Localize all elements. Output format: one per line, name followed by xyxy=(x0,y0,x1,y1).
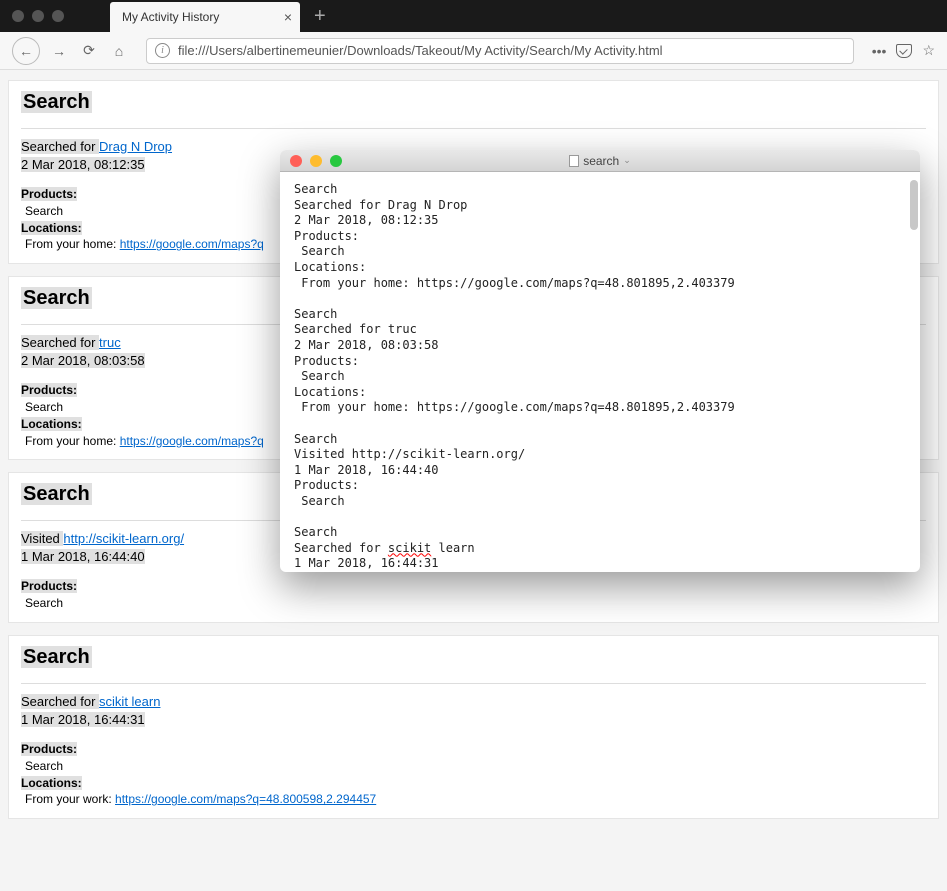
browser-toolbar: ← → ⟳ ⌂ i file:///Users/albertinemeunier… xyxy=(0,32,947,70)
locations-label: Locations: xyxy=(21,776,82,790)
activity-meta: Products: Search Locations: From your wo… xyxy=(21,741,926,808)
toolbar-right: ••• ☆ xyxy=(862,42,935,59)
action-prefix: Searched for xyxy=(21,694,99,709)
text-editor-window[interactable]: search ⌄ Search Searched for Drag N Drop… xyxy=(280,150,920,572)
reload-button[interactable]: ⟳ xyxy=(78,37,100,65)
locations-prefix: From your home: xyxy=(25,237,120,251)
products-value: Search xyxy=(25,759,63,773)
locations-prefix: From your work: xyxy=(25,792,115,806)
url-text: file:///Users/albertinemeunier/Downloads… xyxy=(178,43,663,58)
bookmark-star-icon[interactable]: ☆ xyxy=(922,42,935,59)
locations-prefix: From your home: xyxy=(25,434,120,448)
products-value: Search xyxy=(25,204,63,218)
new-tab-button[interactable]: + xyxy=(300,5,326,28)
back-button[interactable]: ← xyxy=(12,37,40,65)
editor-close-button[interactable] xyxy=(290,155,302,167)
products-label: Products: xyxy=(21,742,77,756)
action-prefix: Searched for xyxy=(21,139,99,154)
card-heading: Search xyxy=(21,91,92,113)
products-label: Products: xyxy=(21,383,77,397)
activity-timestamp: 1 Mar 2018, 16:44:40 xyxy=(21,549,145,564)
close-tab-icon[interactable]: × xyxy=(284,9,292,25)
editor-title: search ⌄ xyxy=(280,154,920,168)
editor-minimize-button[interactable] xyxy=(310,155,322,167)
editor-scrollbar[interactable] xyxy=(910,180,918,230)
divider xyxy=(21,128,926,129)
action-link[interactable]: Drag N Drop xyxy=(99,139,172,154)
activity-meta: Products: Search xyxy=(21,578,926,612)
activity-timestamp: 2 Mar 2018, 08:03:58 xyxy=(21,353,145,368)
url-bar[interactable]: i file:///Users/albertinemeunier/Downloa… xyxy=(146,38,854,64)
activity-timestamp: 1 Mar 2018, 16:44:31 xyxy=(21,712,145,727)
editor-titlebar[interactable]: search ⌄ xyxy=(280,150,920,172)
products-value: Search xyxy=(25,400,63,414)
browser-tab[interactable]: My Activity History × xyxy=(110,2,300,32)
products-value: Search xyxy=(25,596,63,610)
action-link[interactable]: truc xyxy=(99,335,121,350)
action-link[interactable]: http://scikit-learn.org/ xyxy=(63,531,184,546)
card-heading: Search xyxy=(21,646,92,668)
tab-title: My Activity History xyxy=(122,10,219,24)
window-traffic-lights xyxy=(0,10,64,22)
minimize-window-button[interactable] xyxy=(32,10,44,22)
more-icon[interactable]: ••• xyxy=(872,43,887,59)
activity-timestamp: 2 Mar 2018, 08:12:35 xyxy=(21,157,145,172)
locations-label: Locations: xyxy=(21,417,82,431)
chevron-down-icon[interactable]: ⌄ xyxy=(623,155,631,166)
card-heading: Search xyxy=(21,483,92,505)
card-heading: Search xyxy=(21,287,92,309)
browser-tabs: My Activity History × + xyxy=(0,0,947,32)
forward-button[interactable]: → xyxy=(48,37,70,65)
locations-link[interactable]: https://google.com/maps?q=48.800598,2.29… xyxy=(115,792,376,806)
activity-card: Search Searched for scikit learn 1 Mar 2… xyxy=(8,635,939,819)
editor-zoom-button[interactable] xyxy=(330,155,342,167)
locations-link[interactable]: https://google.com/maps?q xyxy=(120,434,264,448)
site-info-icon[interactable]: i xyxy=(155,43,170,58)
home-button[interactable]: ⌂ xyxy=(108,37,130,65)
divider xyxy=(21,683,926,684)
action-prefix: Searched for xyxy=(21,335,99,350)
pocket-icon[interactable] xyxy=(896,44,912,58)
products-label: Products: xyxy=(21,579,77,593)
action-prefix: Visited xyxy=(21,531,63,546)
locations-label: Locations: xyxy=(21,221,82,235)
document-icon xyxy=(569,155,579,167)
editor-text-area[interactable]: Search Searched for Drag N Drop 2 Mar 20… xyxy=(280,172,920,572)
locations-link[interactable]: https://google.com/maps?q xyxy=(120,237,264,251)
editor-title-text: search xyxy=(583,154,619,168)
editor-traffic-lights xyxy=(280,155,342,167)
activity-action: Searched for scikit learn xyxy=(21,694,926,709)
close-window-button[interactable] xyxy=(12,10,24,22)
action-link[interactable]: scikit learn xyxy=(99,694,160,709)
products-label: Products: xyxy=(21,187,77,201)
zoom-window-button[interactable] xyxy=(52,10,64,22)
